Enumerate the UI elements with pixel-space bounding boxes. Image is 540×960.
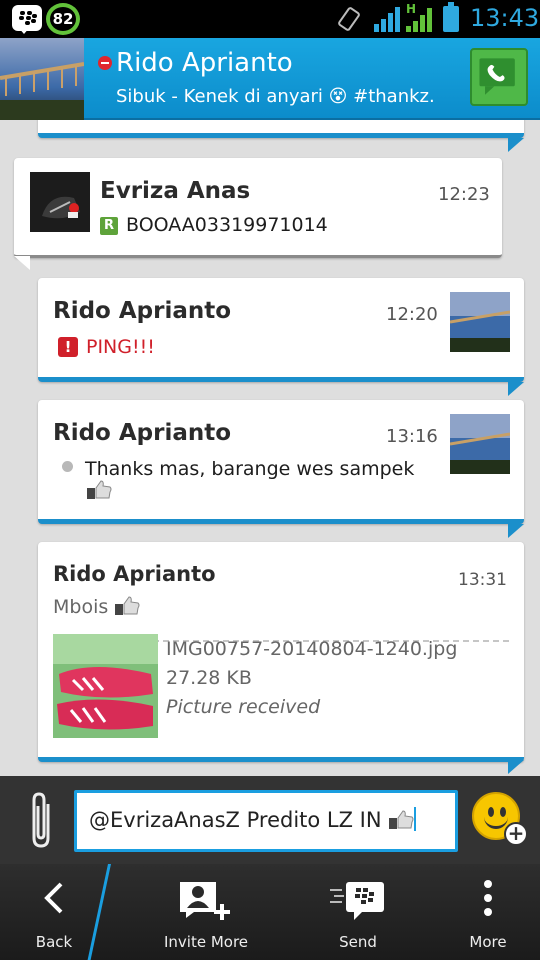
message-text: R BOOAA03319971014 — [100, 214, 328, 236]
more-button[interactable]: More — [436, 864, 540, 960]
ping-icon: ! — [58, 337, 78, 357]
message-sender: Rido Aprianto — [53, 420, 232, 446]
bubble-tail — [508, 138, 524, 152]
sender-avatar — [450, 414, 510, 474]
paperclip-icon[interactable] — [24, 790, 58, 852]
action-bar: Back Invite More Send More — [0, 864, 540, 960]
message-input-value: @EvrizaAnasZ Predito LZ IN — [89, 808, 382, 832]
contact-avatar[interactable] — [0, 38, 84, 120]
text-cursor — [414, 807, 417, 831]
message-text-value: Thanks mas, barange wes sampek — [85, 458, 415, 480]
status-bar: 82 H 13:43 — [0, 0, 540, 38]
send-label: Send — [339, 933, 377, 951]
status-time: 13:43 — [470, 4, 540, 32]
attachment-status: Picture received — [166, 696, 321, 718]
send-icon — [330, 882, 384, 920]
back-button[interactable]: Back — [0, 864, 108, 960]
battery-icon — [443, 2, 459, 32]
compose-bar: @EvrizaAnasZ Predito LZ IN + — [0, 776, 540, 864]
message-time: 13:16 — [386, 426, 438, 447]
message-sender: Rido Aprianto — [53, 562, 216, 586]
attachment-file-size: 27.28 KB — [166, 667, 252, 689]
bubble-tail — [508, 760, 524, 774]
message-text-value: BOOAA03319971014 — [126, 214, 328, 236]
bubble-tail — [508, 382, 524, 396]
busy-status-icon — [98, 56, 112, 70]
signal-icon — [374, 6, 402, 32]
phone-icon — [479, 58, 515, 95]
bubble-tail — [14, 256, 30, 270]
message-bubble-outgoing[interactable]: Rido Aprianto 13:31 Mbois IMG00757-20140… — [38, 542, 524, 762]
sender-avatar — [30, 172, 90, 232]
message-bubble-outgoing[interactable]: Rido Aprianto 13:16 Thanks mas, barange … — [38, 400, 524, 524]
contact-status-message: Sibuk - Kenek di anyari 😵 #thankz... — [116, 86, 436, 107]
battery-level-icon: 82 — [46, 3, 80, 35]
screen-rotation-icon — [338, 7, 360, 31]
more-label: More — [469, 933, 507, 951]
pin-icon: R — [100, 217, 118, 235]
contact-name[interactable]: Rido Aprianto — [116, 48, 293, 78]
message-time: 12:20 — [386, 304, 438, 325]
message-time: 13:31 — [458, 570, 507, 590]
bbm-notification-icon — [12, 5, 42, 34]
invite-more-icon — [180, 882, 230, 920]
back-icon — [44, 882, 63, 914]
message-input[interactable]: @EvrizaAnasZ Predito LZ IN — [74, 790, 458, 852]
message-text-value: Mbois — [53, 596, 109, 618]
signal-icon-2 — [406, 6, 434, 32]
message-text-value: PING!!! — [86, 336, 155, 358]
add-emoticon-icon[interactable]: + — [504, 822, 528, 846]
message-sender: Evriza Anas — [100, 178, 251, 204]
thumbs-up-icon — [87, 480, 112, 499]
message-text: ! PING!!! — [58, 336, 155, 358]
invite-more-button[interactable]: Invite More — [140, 864, 272, 960]
message-list[interactable]: Evriza Anas 12:23 R BOOAA03319971014 Rido… — [0, 120, 540, 776]
thumbs-up-icon — [115, 596, 140, 615]
read-status-icon — [62, 461, 73, 472]
invite-more-label: Invite More — [163, 933, 249, 951]
message-time: 12:23 — [438, 184, 490, 205]
message-sender: Rido Aprianto — [53, 298, 232, 324]
more-icon — [484, 880, 492, 916]
attachment-file-name: IMG00757-20140804-1240.jpg — [166, 638, 458, 660]
back-label: Back — [35, 933, 73, 951]
bubble-tail — [508, 524, 524, 538]
attachment-thumbnail[interactable] — [53, 634, 158, 738]
voice-call-button[interactable] — [470, 48, 528, 106]
thumbs-up-icon — [389, 810, 414, 829]
sender-avatar — [450, 292, 510, 352]
message-bubble-outgoing[interactable]: Rido Aprianto 12:20 ! PING!!! — [38, 278, 524, 382]
chat-header: Rido Aprianto Sibuk - Kenek di anyari 😵 … — [0, 38, 540, 120]
message-text: Mbois — [53, 596, 140, 618]
send-button[interactable]: Send — [300, 864, 416, 960]
message-bubble-incoming[interactable]: Evriza Anas 12:23 R BOOAA03319971014 — [14, 158, 502, 258]
message-text: Thanks mas, barange wes sampek — [62, 458, 414, 480]
message-bubble-partial[interactable] — [38, 120, 524, 138]
